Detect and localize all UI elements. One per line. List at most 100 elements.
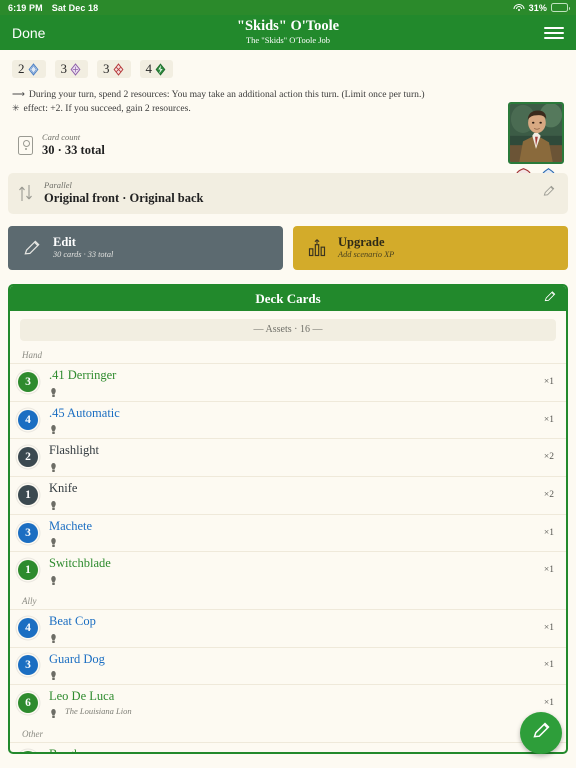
investigator-summary: 2 3 3 4 ⟶ During your turn, spend 2 reso… <box>0 50 576 185</box>
edit-deck-button[interactable]: Edit 30 cards · 33 total <box>8 226 283 271</box>
card-quantity: ×1 <box>543 414 554 425</box>
card-meta <box>49 385 536 397</box>
card-cost-badge: 1 <box>18 484 38 505</box>
card-cost-badge: 4 <box>18 617 38 638</box>
action-arrow-icon: ⟶ <box>12 89 25 100</box>
card-name: Guard Dog <box>49 651 105 666</box>
skill-agility: 4 <box>139 60 173 79</box>
combat-icon <box>112 62 125 76</box>
skill-intellect: 3 <box>54 60 88 79</box>
card-quantity: ×1 <box>543 698 554 709</box>
card-subtitle: The Louisiana Lion <box>65 706 132 717</box>
card-meta <box>49 535 536 548</box>
ability-line-2: ✳ effect: +2. If you succeed, gain 2 res… <box>12 102 432 116</box>
card-count-value: 30 · 33 total <box>42 143 105 158</box>
upgrade-button-title: Upgrade <box>338 235 385 250</box>
card-info: Flashlight <box>49 443 536 473</box>
edit-button-subtitle: 30 cards · 33 total <box>53 250 114 260</box>
pencil-icon <box>531 720 552 746</box>
hand-slot-icon <box>49 385 58 397</box>
card-info: Guard Dog <box>49 651 536 681</box>
card-row[interactable]: 1Burglary×1 <box>10 741 566 755</box>
parallel-row[interactable]: Parallel Original front · Original back <box>8 172 568 215</box>
investigator-portrait[interactable] <box>508 102 564 164</box>
card-quantity: ×2 <box>543 452 554 463</box>
card-name: Flashlight <box>49 443 100 458</box>
card-cost-badge: 3 <box>18 522 38 543</box>
card-name: Burglary <box>49 746 94 755</box>
card-cost-badge: 4 <box>18 409 38 430</box>
card-row[interactable]: 4 Beat Cop ×1 <box>10 608 566 647</box>
hand-slot-icon <box>49 535 58 548</box>
skill-value: 3 <box>103 61 110 76</box>
card-quantity: ×1 <box>543 377 554 388</box>
skill-icons-row: 2 3 3 4 <box>12 60 564 79</box>
card-meta <box>49 573 536 585</box>
deck-cards-edit-pencil-icon[interactable] <box>543 289 557 308</box>
xp-bars-icon <box>307 237 327 259</box>
hand-slot-icon <box>49 422 58 435</box>
card-info: Knife <box>49 481 536 510</box>
card-cost-badge: 3 <box>18 655 38 676</box>
card-row[interactable]: 6 Leo De Luca The Louisiana Lion ×1 <box>10 684 566 722</box>
card-name: Machete <box>49 518 93 533</box>
edit-floating-action-button[interactable] <box>520 712 562 754</box>
battery-percent: 31% <box>528 2 547 13</box>
card-name: .45 Automatic <box>49 405 120 420</box>
deck-card-icon <box>18 135 33 155</box>
card-info: .41 Derringer <box>49 368 536 397</box>
ally-slot-icon <box>49 668 58 681</box>
card-row[interactable]: 1 Knife ×2 <box>10 476 566 514</box>
skill-combat: 3 <box>97 60 131 79</box>
card-count-label: Card count <box>42 132 81 143</box>
card-info: Leo De Luca The Louisiana Lion <box>49 689 536 718</box>
card-group-label: Ally <box>22 595 37 606</box>
ally-slot-icon <box>49 631 58 643</box>
page-title: "Skids" O'Toole <box>236 18 340 35</box>
card-info: Burglary <box>49 746 536 755</box>
page-subtitle: The "Skids" O'Toole Job <box>245 35 331 46</box>
ability-text-1: During your turn, spend 2 resources: You… <box>28 89 425 101</box>
card-quantity: ×1 <box>543 622 554 633</box>
upgrade-deck-button[interactable]: Upgrade Add scenario XP <box>293 226 568 271</box>
card-meta <box>49 631 536 643</box>
card-info: Machete <box>49 518 536 548</box>
wifi-icon <box>513 3 525 12</box>
card-meta <box>49 460 536 473</box>
edit-button-title: Edit <box>53 235 76 250</box>
parallel-label: Parallel <box>44 179 72 190</box>
card-meta: The Louisiana Lion <box>49 706 536 718</box>
card-cost-badge: 6 <box>18 693 38 714</box>
hand-slot-icon <box>49 498 58 510</box>
ally-slot-icon <box>49 706 58 718</box>
hand-slot-icon <box>49 573 58 585</box>
battery-charging-icon <box>551 3 570 12</box>
upgrade-button-subtitle: Add scenario XP <box>338 250 395 260</box>
card-row[interactable]: 1 Switchblade ×1 <box>10 551 566 589</box>
card-row[interactable]: 2 Flashlight ×2 <box>10 438 566 476</box>
status-date: Sat Dec 18 <box>51 2 99 13</box>
card-row[interactable]: 3 Machete ×1 <box>10 513 566 552</box>
card-row[interactable]: 3 .41 Derringer ×1 <box>10 363 566 401</box>
parallel-text: Parallel Original front · Original back <box>44 180 204 207</box>
card-quantity: ×1 <box>543 527 554 538</box>
ability-text-2: effect: +2. If you succeed, gain 2 resou… <box>23 103 191 115</box>
hamburger-menu-icon[interactable] <box>544 26 564 39</box>
card-quantity: ×1 <box>543 660 554 671</box>
card-count-row: Card count 30 · 33 total <box>0 116 576 159</box>
hand-slot-icon <box>49 460 58 473</box>
swap-arrows-icon <box>18 183 34 203</box>
parallel-edit-pencil-icon[interactable] <box>542 184 556 203</box>
card-quantity: ×2 <box>543 489 554 500</box>
skill-value: 2 <box>18 61 25 76</box>
status-bar: 6:19 PM Sat Dec 18 31% <box>0 0 576 15</box>
status-right-cluster: 31% <box>513 2 570 13</box>
card-cost-badge: 3 <box>18 372 38 393</box>
edit-button-text: Edit 30 cards · 33 total <box>53 235 113 261</box>
card-cost-badge: 2 <box>18 447 38 468</box>
done-button[interactable]: Done <box>12 25 45 41</box>
card-row[interactable]: 4 .45 Automatic ×1 <box>10 400 566 439</box>
card-name: Leo De Luca <box>49 689 115 704</box>
card-row[interactable]: 3 Guard Dog ×1 <box>10 646 566 685</box>
card-count-text: Card count 30 · 33 total <box>42 132 105 159</box>
